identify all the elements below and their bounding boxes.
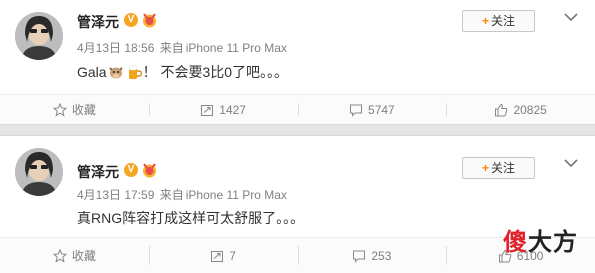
follow-button[interactable]: + 关注 — [462, 10, 535, 32]
repost-icon — [201, 104, 214, 116]
cow-emoji-icon — [108, 64, 124, 80]
comment-icon — [353, 250, 366, 263]
post-time[interactable]: 18:56 — [124, 41, 154, 55]
thumbs-up-icon — [495, 103, 508, 116]
chevron-down-icon[interactable] — [563, 10, 579, 22]
beer-emoji-icon — [126, 64, 142, 80]
post-text: 真RNG阵容打成这样可太舒服了。。。 — [77, 210, 305, 226]
repost-button[interactable]: 7 — [148, 238, 298, 273]
action-bar: 收藏 1427 5747 20825 — [0, 94, 595, 124]
post-divider — [0, 124, 595, 136]
source-prefix: 来自 — [159, 41, 184, 55]
username[interactable]: 管泽元 — [77, 162, 119, 182]
repost-button[interactable]: 1427 — [148, 95, 298, 124]
post-text-start: Gala — [77, 64, 107, 80]
collect-button[interactable]: 收藏 — [0, 238, 149, 273]
avatar[interactable] — [15, 148, 63, 196]
watermark: 傻大方 — [503, 222, 578, 257]
plus-icon: + — [481, 161, 489, 175]
username[interactable]: 管泽元 — [77, 12, 119, 32]
plus-icon: + — [481, 14, 489, 28]
star-icon — [52, 248, 67, 263]
post-meta: 4月13日 18:56 来自 iPhone 11 Pro Max — [77, 39, 287, 56]
collect-button[interactable]: 收藏 — [0, 95, 149, 124]
device-name[interactable]: iPhone 11 Pro Max — [186, 41, 287, 55]
post-date[interactable]: 4月13日 — [77, 188, 121, 202]
verified-icon: V — [124, 163, 138, 177]
repost-icon — [211, 250, 224, 262]
verified-icon: V — [124, 13, 138, 27]
comment-button[interactable]: 5747 — [297, 95, 447, 124]
watermark-part2: 大方 — [528, 228, 578, 256]
post-meta: 4月13日 17:59 来自 iPhone 11 Pro Max — [77, 186, 287, 203]
post-text-end: ！ 不会要3比0了吧。。。 — [142, 64, 289, 80]
collect-label: 收藏 — [71, 249, 96, 263]
like-count: 20825 — [513, 102, 547, 117]
comment-button[interactable]: 253 — [297, 238, 447, 273]
comment-count: 253 — [371, 248, 392, 263]
comment-icon — [350, 104, 363, 117]
chevron-down-icon[interactable] — [563, 156, 579, 168]
source-prefix: 来自 — [159, 188, 184, 202]
post-date[interactable]: 4月13日 — [77, 41, 121, 55]
like-button[interactable]: 20825 — [446, 95, 595, 124]
watermark-part1: 傻 — [503, 228, 528, 256]
repost-count: 1427 — [219, 102, 246, 117]
avatar[interactable] — [15, 12, 63, 60]
medal-icon — [141, 162, 158, 178]
medal-icon — [141, 12, 158, 28]
weibo-post: 管泽元 V 4月13日 18:56 来自 iPhone 11 Pro Max Ga… — [0, 0, 595, 124]
collect-label: 收藏 — [71, 103, 96, 117]
follow-button-label: 关注 — [491, 14, 516, 28]
post-time[interactable]: 17:59 — [124, 188, 154, 202]
follow-button[interactable]: + 关注 — [462, 157, 535, 179]
follow-button-label: 关注 — [491, 161, 516, 175]
repost-count: 7 — [229, 248, 236, 263]
device-name[interactable]: iPhone 11 Pro Max — [186, 188, 287, 202]
comment-count: 5747 — [368, 102, 395, 117]
star-icon — [52, 102, 67, 117]
post-text: Gala ！ 不会要3比0了吧。。。 — [77, 62, 288, 82]
